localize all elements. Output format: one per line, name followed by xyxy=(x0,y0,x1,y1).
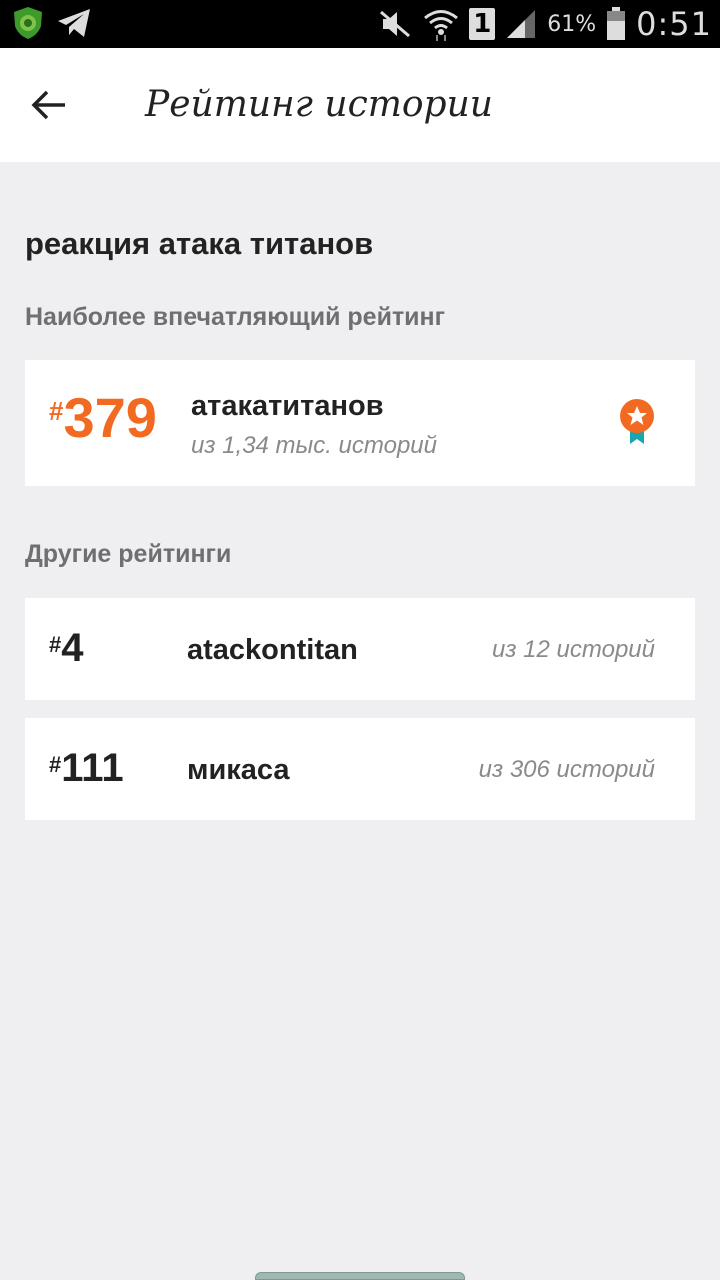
story-title: реакция атака титанов xyxy=(25,226,374,261)
rank-hash: # xyxy=(49,752,62,777)
ranking-tag: микаса xyxy=(187,754,290,786)
rank-number: #111 xyxy=(49,748,124,788)
best-ranking-label: Наиболее впечатляющий рейтинг xyxy=(25,303,446,331)
ranking-row[interactable]: #111 микаса из 306 историй xyxy=(25,718,695,820)
arrow-left-icon xyxy=(31,90,65,120)
bottom-sheet-handle[interactable] xyxy=(255,1272,465,1280)
best-ranking-tag: атакатитанов xyxy=(191,390,384,422)
battery-icon xyxy=(607,7,626,40)
mute-icon xyxy=(380,10,411,38)
rank-value: 111 xyxy=(61,746,124,790)
status-bar-system: 1 61% 0:51 xyxy=(379,0,712,48)
status-clock: 0:51 xyxy=(636,5,712,43)
other-rankings-label: Другие рейтинги xyxy=(25,540,232,568)
page-title: Рейтинг истории xyxy=(145,84,493,125)
status-bar: 1 61% 0:51 xyxy=(0,0,720,48)
wifi-icon xyxy=(424,10,459,41)
status-bar-notifications xyxy=(12,6,92,40)
rank-value: 4 xyxy=(61,626,84,670)
signal-icon xyxy=(507,10,536,38)
telegram-icon xyxy=(58,9,90,37)
ranking-subtitle: из 306 историй xyxy=(478,756,655,783)
battery-percent: 61% xyxy=(547,11,597,37)
best-rank-number: #379 xyxy=(49,390,157,446)
app-bar: Рейтинг истории xyxy=(0,48,720,162)
rank-value: 379 xyxy=(63,386,157,449)
sim-indicator: 1 xyxy=(469,8,496,40)
rank-number: #4 xyxy=(49,628,84,668)
best-ranking-subtitle: из 1,34 тыс. историй xyxy=(191,432,437,459)
ranking-subtitle: из 12 историй xyxy=(492,636,655,663)
rank-hash: # xyxy=(49,632,62,657)
rank-hash: # xyxy=(49,396,64,426)
back-button[interactable] xyxy=(22,78,76,132)
shield-app-icon xyxy=(14,7,42,39)
ranking-row[interactable]: #4 atackontitan из 12 историй xyxy=(25,598,695,700)
award-ribbon-icon xyxy=(620,399,654,444)
ranking-tag: atackontitan xyxy=(187,634,358,666)
best-ranking-card[interactable]: #379 атакатитанов из 1,34 тыс. историй xyxy=(25,360,695,486)
